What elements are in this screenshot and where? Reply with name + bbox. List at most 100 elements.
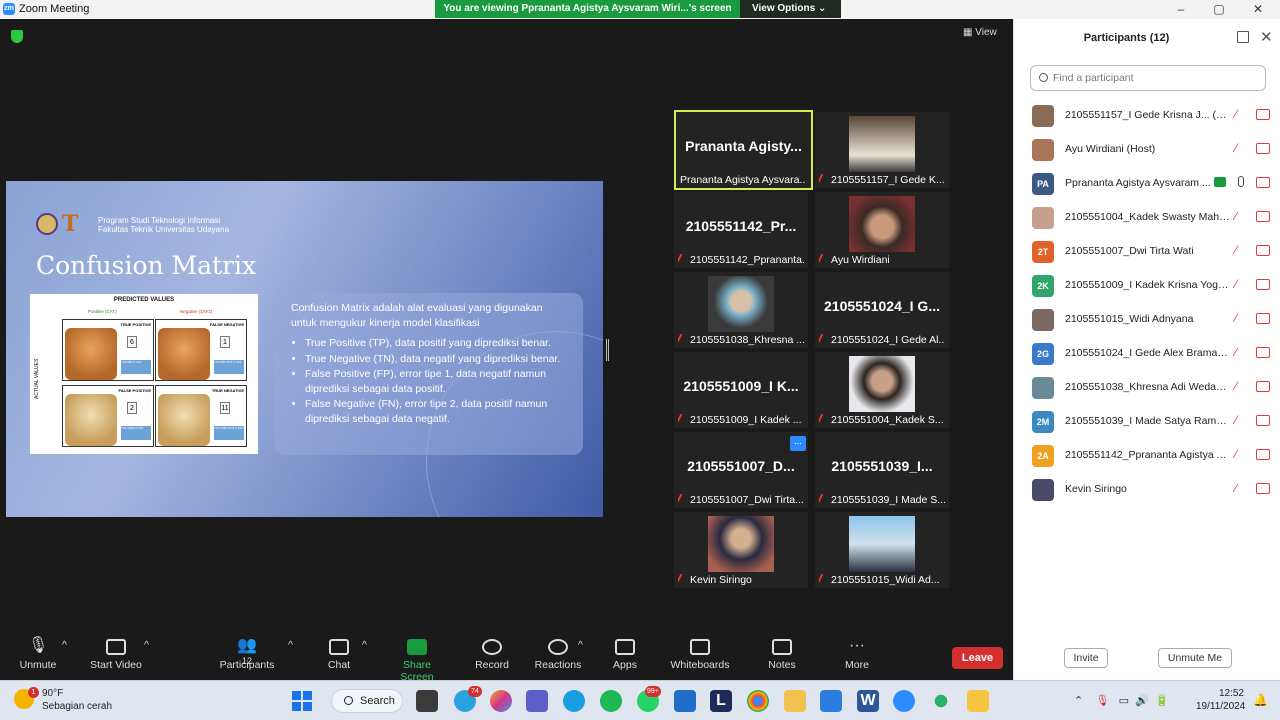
video-tile[interactable]: 2105551007_D... 2105551007_Dwi Tirta... (674, 432, 808, 508)
video-tile[interactable]: 2105551142_Pr... 2105551142_Pprananta... (674, 192, 808, 268)
tile-name-label: 2105551007_Dwi Tirta... (678, 494, 804, 506)
bullet-list: True Positive (TP), data positif yang di… (291, 336, 569, 426)
unmute-me-button[interactable]: Unmute Me (1158, 648, 1232, 668)
whiteboards-button[interactable]: Whiteboards (668, 639, 732, 671)
reactions-chevron-icon[interactable]: ^ (578, 639, 583, 651)
green-app-icon[interactable] (930, 690, 952, 712)
participants-icon: 👥12 (237, 637, 257, 667)
bullet-item: True Positive (TP), data positif yang di… (305, 336, 569, 351)
volume-icon[interactable]: 🔊 (1135, 695, 1149, 707)
minimize-button[interactable]: – (1171, 2, 1191, 16)
muted-mic-icon: ⁄ (1235, 481, 1238, 495)
taskbar-search[interactable]: Search (331, 689, 403, 713)
notes-button[interactable]: Notes (764, 639, 800, 671)
chat-chevron-icon[interactable]: ^ (362, 639, 367, 651)
search-icon (344, 696, 353, 705)
shield-icon[interactable] (11, 30, 23, 43)
show-hidden-icons-icon[interactable]: ⌃ (1074, 695, 1083, 707)
reactions-button[interactable]: Reactions (534, 639, 582, 671)
participant-row[interactable]: 2M 2105551039_I Made Satya Rama ... ⁄ (1014, 405, 1280, 439)
windows-start-icon[interactable] (292, 691, 312, 711)
participant-row[interactable]: 2105551157_I Gede Krisna J... (Me) ⁄ (1014, 99, 1280, 133)
participant-search-input[interactable]: Find a participant (1030, 65, 1266, 91)
negative-label: Negative (DOG) (180, 309, 213, 314)
faculty-logo-icon: T (62, 211, 79, 237)
close-button[interactable]: ✕ (1248, 2, 1268, 16)
video-tile-active[interactable]: Prananta Agisty... Prananta Agistya Aysv… (674, 110, 813, 190)
microphone-icon[interactable]: 🎙 (1095, 695, 1109, 707)
notes-app-icon[interactable] (967, 690, 989, 712)
more-button[interactable]: ··· More (840, 638, 874, 672)
video-tile[interactable]: 2105551039_I... 2105551039_I Made S... (815, 432, 949, 508)
l-app-icon[interactable]: L (710, 690, 732, 712)
cell-label: TRUE NEGATIVE (211, 388, 244, 393)
video-tile[interactable]: 2105551009_I K... 2105551009_I Kadek ... (674, 352, 808, 428)
more-options-icon[interactable]: ... (790, 436, 806, 451)
start-video-button[interactable]: Start Video (88, 639, 144, 671)
weather-widget[interactable]: 1 90°F Sebagian cerah (14, 687, 112, 713)
notification-bell-icon[interactable]: 🔔 (1253, 693, 1268, 707)
system-tray[interactable]: ⌃ 🎙 ▭ 🔊 🔋 (1074, 694, 1169, 707)
video-tile[interactable]: Ayu Wirdiani (815, 192, 949, 268)
participants-chevron-icon[interactable]: ^ (288, 639, 293, 651)
muted-mic-icon: ⁄ (1235, 413, 1238, 427)
copilot-icon[interactable] (490, 690, 512, 712)
maximize-button[interactable]: ▢ (1209, 2, 1229, 16)
leave-button[interactable]: Leave (952, 647, 1003, 669)
chrome-icon[interactable] (747, 690, 769, 712)
video-tile[interactable]: 2105551038_Khresna ... (674, 272, 808, 348)
participant-row[interactable]: 2105551038_Khresna Adi Wedanta ⁄ (1014, 371, 1280, 405)
audio-options-chevron-icon[interactable]: ^ (62, 639, 67, 651)
apps-button[interactable]: Apps (608, 639, 642, 671)
cell-tag: YOU ARE NOT A CAT (214, 426, 244, 440)
unmute-button[interactable]: 🎙 Unmute (16, 638, 60, 672)
teams-icon[interactable] (526, 690, 548, 712)
view-button[interactable]: ▦ View (963, 27, 997, 38)
video-options-chevron-icon[interactable]: ^ (144, 639, 149, 651)
video-tile[interactable]: Kevin Siringo (674, 512, 808, 588)
participant-row[interactable]: Ayu Wirdiani (Host) ⁄ (1014, 133, 1280, 167)
view-options-button[interactable]: View Options ⌄ (740, 0, 841, 18)
weather-temp: 90°F (42, 688, 64, 699)
participant-row[interactable]: PA Pprananta Agistya Aysvaram ... (1014, 167, 1280, 201)
zoom-taskbar-icon[interactable] (893, 690, 915, 712)
store-icon[interactable] (674, 690, 696, 712)
participant-row[interactable]: 2A 2105551142_Pprananta Agistya Ay... ⁄ (1014, 439, 1280, 473)
video-tile[interactable]: 2105551157_I Gede K... (815, 112, 949, 188)
grid-icon: ▦ (963, 27, 973, 38)
share-screen-button[interactable]: Share Screen (386, 639, 448, 683)
tile-name-text: 2105551004_Kadek S... (831, 414, 944, 426)
spotify-icon[interactable] (600, 690, 622, 712)
participants-button[interactable]: 👥12 Participants (218, 637, 276, 672)
pop-out-icon[interactable] (1237, 31, 1249, 43)
view-label: View (975, 27, 997, 38)
cell-value: 11 (220, 402, 230, 414)
invite-button[interactable]: Invite (1064, 648, 1108, 668)
task-view-icon[interactable] (416, 690, 438, 712)
edge-icon[interactable] (563, 690, 585, 712)
participant-row[interactable]: Kevin Siringo ⁄ (1014, 473, 1280, 507)
chat-button[interactable]: Chat (322, 639, 356, 671)
participant-row[interactable]: 2105551015_Widi Adnyana ⁄ (1014, 303, 1280, 337)
video-tile[interactable]: 2105551024_I G... 2105551024_I Gede Al..… (815, 272, 949, 348)
word-icon[interactable]: W (857, 690, 879, 712)
split-drag-handle[interactable] (606, 339, 609, 361)
muted-mic-icon (678, 574, 689, 584)
participant-row[interactable]: 2105551004_Kadek Swasty Maha... ⁄ (1014, 201, 1280, 235)
view-options-label: View Options (752, 3, 816, 14)
participant-row[interactable]: 2G 2105551024_I Gede Alex Bramart... ⁄ (1014, 337, 1280, 371)
record-button[interactable]: Record (472, 639, 512, 671)
video-tile[interactable]: 2105551015_Widi Ad... (815, 512, 949, 588)
participant-row[interactable]: 2K 2105551009_I Kadek Krisna Yoga ... ⁄ (1014, 269, 1280, 303)
tile-name-label: 2105551004_Kadek S... (819, 414, 945, 426)
clock[interactable]: 12:52 19/11/2024 (1196, 687, 1245, 713)
video-tile[interactable]: 2105551004_Kadek S... (815, 352, 949, 428)
share-screen-icon (407, 639, 427, 655)
battery-icon[interactable]: 🔋 (1155, 695, 1169, 707)
network-icon[interactable]: ▭ (1119, 695, 1129, 707)
file-explorer-icon[interactable] (784, 690, 806, 712)
vscode-icon[interactable] (820, 690, 842, 712)
close-panel-icon[interactable]: ✕ (1260, 28, 1273, 46)
participant-row[interactable]: 2T 2105551007_Dwi Tirta Wati ⁄ (1014, 235, 1280, 269)
tile-name-text: 2105551038_Khresna ... (690, 334, 804, 346)
